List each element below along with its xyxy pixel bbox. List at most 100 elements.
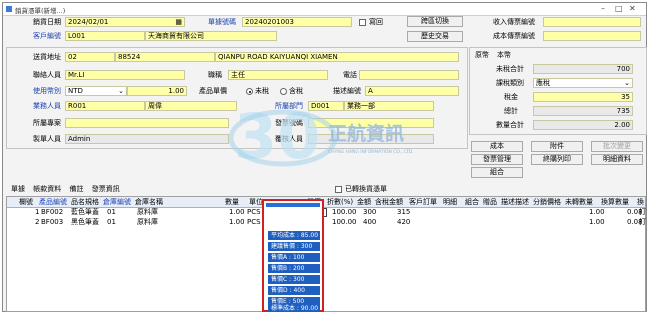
tax-category-select[interactable]: 應稅 ⌄	[533, 78, 633, 88]
tab-invoice[interactable]: 發票資訊	[92, 185, 120, 193]
list-item[interactable]: 售價B : 200	[268, 264, 320, 273]
col-conv-qty[interactable]: 換算數量	[601, 197, 629, 207]
customer-name-field[interactable]: 天海商貿有限公司	[145, 31, 277, 41]
col-combine[interactable]: 組合	[465, 197, 479, 207]
cell-code[interactable]: BF003	[41, 218, 63, 227]
detail-grid[interactable]: 欄號 產品編號 品名規格 倉庫編號 倉庫名稱 數量 單位 單價 折數(%) 金額…	[6, 196, 646, 312]
cell-whname[interactable]: 原料庫	[137, 218, 158, 227]
sales-name-field[interactable]: 周偉	[145, 101, 237, 111]
qty-total-label: 數量合計	[496, 121, 524, 129]
cell-wh[interactable]: 01	[107, 208, 116, 217]
attach-button[interactable]: 附件	[531, 141, 583, 152]
list-item[interactable]: 標準成本 : 90.00	[268, 305, 320, 312]
tax-incl-radio[interactable]	[280, 88, 287, 95]
date-field[interactable]: 2024/02/01 ▦	[65, 17, 185, 27]
cell-qty[interactable]: 1.00	[229, 208, 245, 217]
batch-change-button[interactable]: 批次變更	[591, 141, 643, 152]
cell-wh[interactable]: 01	[107, 218, 116, 227]
converted-checkbox[interactable]	[335, 186, 342, 193]
tax-type-field[interactable]: A	[365, 86, 459, 96]
rate-field[interactable]: 1.00	[127, 86, 187, 96]
combine-button[interactable]: 組合	[471, 167, 523, 178]
tab-notes[interactable]: 備註	[69, 185, 83, 193]
cell-unit[interactable]: PCS	[247, 218, 261, 227]
cell-remain[interactable]: 1.00	[589, 208, 605, 217]
col-discount[interactable]: 折數(%)	[327, 197, 353, 207]
col-gift[interactable]: 贈品	[483, 197, 497, 207]
address-text-field[interactable]: QIANPU ROAD KAIYUANQI XIAMEN	[215, 52, 459, 62]
price-dropdown-list[interactable]: 平均成本 : 85.00 建議售價 : 300 售價A : 100 售價B : …	[262, 199, 324, 312]
print-button[interactable]: 終購列印	[531, 154, 583, 165]
received-voucher-field[interactable]	[543, 17, 641, 27]
docno-field[interactable]: 20240201003	[242, 17, 352, 27]
tab-document[interactable]: 單據	[11, 185, 25, 193]
untaxed-field: 700	[533, 64, 633, 74]
col-description[interactable]: 描述描述	[501, 197, 529, 207]
col-warehouse-name[interactable]: 倉庫名稱	[135, 197, 163, 207]
list-item[interactable]: 售價A : 100	[268, 253, 320, 262]
cell-disc[interactable]: 100.00	[332, 208, 357, 217]
table-row[interactable]: 2 BF003 黑色筆蓋 01 原料庫 1.00 PCS 100.00 400 …	[7, 218, 646, 227]
cell-taxamt[interactable]: 420	[397, 218, 410, 227]
col-remain-qty[interactable]: 未轉數量	[565, 197, 593, 207]
cell-x[interactable]: 打	[639, 208, 646, 217]
cost-voucher-field[interactable]	[543, 31, 641, 41]
col-product-name[interactable]: 品名規格	[71, 197, 99, 207]
table-row[interactable]: 1 BF002 藍色筆蓋 01 原料庫 1.00 PCS 300 100.00 …	[7, 208, 646, 217]
cell-x[interactable]: 打	[639, 218, 646, 227]
sales-code-field[interactable]: R001	[65, 101, 145, 111]
cell-name[interactable]: 藍色筆蓋	[71, 208, 99, 217]
list-item[interactable]: 建議售價 : 300	[268, 242, 320, 251]
tab-account[interactable]: 帳款資料	[33, 185, 61, 193]
cell-disc[interactable]: 100.00	[332, 218, 357, 227]
col-detail[interactable]: 明細	[443, 197, 457, 207]
list-item[interactable]: 售價C : 300	[268, 275, 320, 284]
list-item[interactable]: 售價D : 400	[268, 286, 320, 295]
currency-select[interactable]: NTD ⌄	[65, 86, 127, 96]
col-amount[interactable]: 金額	[357, 197, 371, 207]
invoice-mgmt-button[interactable]: 發票管理	[471, 154, 523, 165]
tax-field[interactable]: 35	[533, 92, 633, 102]
customer-code-field[interactable]: L001	[65, 31, 145, 41]
address-no-field[interactable]: 88524	[115, 52, 215, 62]
cell-amt[interactable]: 300	[363, 208, 376, 217]
col-dist-price[interactable]: 分銷價格	[533, 197, 561, 207]
project-label: 所屬專案	[33, 119, 61, 127]
phone-field[interactable]	[359, 70, 459, 80]
address-zip-field[interactable]: 02	[65, 52, 115, 62]
docno-label: 單據號碼	[208, 18, 236, 26]
title-field[interactable]: 主任	[228, 70, 328, 80]
cell-taxamt[interactable]: 315	[397, 208, 410, 217]
currency-label[interactable]: 使用幣別	[33, 86, 61, 96]
switch-doc-button[interactable]: 跨區切換	[407, 16, 463, 27]
minimize-icon[interactable]: –	[601, 4, 605, 13]
col-product-code[interactable]: 產品編號	[39, 197, 67, 207]
cell-unit[interactable]: PCS	[247, 208, 261, 217]
list-item[interactable]: 平均成本 : 85.00	[268, 231, 320, 240]
cell-remain[interactable]: 1.00	[589, 218, 605, 227]
project-field[interactable]	[65, 118, 229, 128]
cell-qty[interactable]: 1.00	[229, 218, 245, 227]
col-unit[interactable]: 單位	[249, 197, 263, 207]
detail-button[interactable]: 明細資料	[591, 154, 643, 165]
tax-category-label: 課稅類別	[496, 79, 524, 87]
col-row-no[interactable]: 欄號	[19, 197, 33, 207]
col-tax-amount[interactable]: 含稅金額	[375, 197, 403, 207]
maximize-icon[interactable]: □	[615, 4, 623, 13]
cell-whname[interactable]: 原料庫	[137, 208, 158, 217]
cell-amt[interactable]: 400	[363, 218, 376, 227]
col-qty[interactable]: 數量	[225, 197, 239, 207]
void-checkbox[interactable]	[359, 19, 366, 26]
sales-label[interactable]: 業務人員	[33, 101, 61, 111]
col-warehouse-code[interactable]: 倉庫編號	[103, 197, 131, 207]
close-icon[interactable]: ✕	[629, 4, 636, 13]
contact-field[interactable]: Mr.LI	[65, 70, 185, 80]
cell-code[interactable]: BF002	[41, 208, 63, 217]
tax-excl-radio[interactable]	[246, 88, 253, 95]
cost-button[interactable]: 成本	[471, 141, 523, 152]
col-more[interactable]: 換	[637, 197, 644, 207]
history-button[interactable]: 歷史交易	[407, 31, 463, 42]
cell-name[interactable]: 黑色筆蓋	[71, 218, 99, 227]
customer-label[interactable]: 客戶編號	[33, 31, 61, 41]
col-customer-order[interactable]: 客戶訂單	[409, 197, 437, 207]
